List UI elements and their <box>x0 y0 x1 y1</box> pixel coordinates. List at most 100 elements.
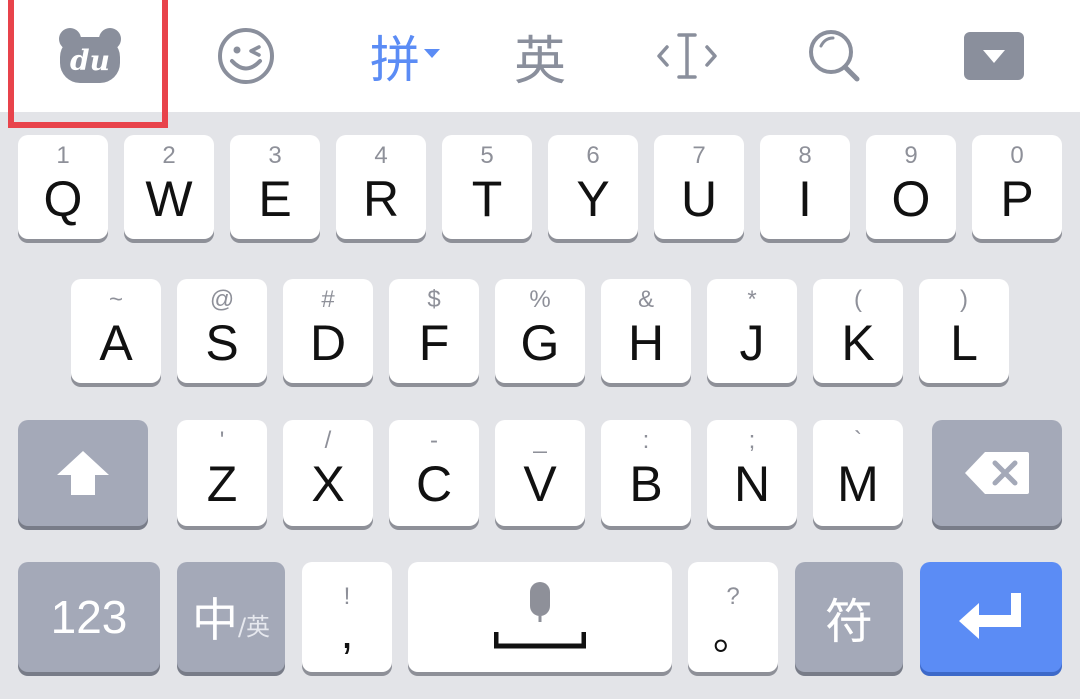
key-sub-label: ~ <box>108 286 123 313</box>
key-label: R <box>362 171 400 227</box>
key-q[interactable]: 1Q <box>18 135 108 239</box>
key-v[interactable]: _ V <box>495 420 585 526</box>
key-sub-label: 6 <box>586 142 600 169</box>
key-label: D <box>309 315 347 371</box>
key-o[interactable]: 9O <box>866 135 956 239</box>
key-r[interactable]: 4R <box>336 135 426 239</box>
key-label: J <box>739 315 765 371</box>
language-toggle-key[interactable]: 中 /英 <box>177 562 285 672</box>
backspace-key[interactable] <box>932 420 1062 526</box>
key-x[interactable]: / X <box>283 420 373 526</box>
key-b[interactable]: :B <box>601 420 691 526</box>
key-sub-label: - <box>430 427 438 454</box>
pinyin-mode-button[interactable]: 拼 <box>360 0 450 112</box>
key-sub-label: ; <box>748 427 756 454</box>
key-label: L <box>950 315 978 371</box>
key-sub-label: ' <box>219 427 225 454</box>
key-sub-label: # <box>321 286 335 313</box>
language-main-label: 中 <box>191 593 238 647</box>
language-sub-label: /英 <box>237 612 271 641</box>
key-label: X <box>311 456 345 512</box>
key-g[interactable]: % G <box>495 279 585 383</box>
english-label: 英 <box>513 31 566 92</box>
search-icon <box>809 30 860 82</box>
key-w[interactable]: 2W <box>124 135 214 239</box>
dropdown-triangle-icon <box>424 49 440 58</box>
key-c[interactable]: -C <box>389 420 479 526</box>
key-label: U <box>680 171 718 227</box>
numbers-key[interactable]: 123 <box>18 562 160 672</box>
key-k[interactable]: (K <box>813 279 903 383</box>
key-u[interactable]: 7U <box>654 135 744 239</box>
key-e[interactable]: 3E <box>230 135 320 239</box>
key-label: Y <box>576 171 610 227</box>
key-sub-label: _ <box>533 427 547 454</box>
key-sub-label: & <box>637 286 654 313</box>
key-j[interactable]: * J <box>707 279 797 383</box>
space-key[interactable] <box>408 562 672 672</box>
key-label: F <box>418 315 450 371</box>
symbols-label: 符 <box>824 594 873 650</box>
backspace-icon-wrap <box>932 420 1062 526</box>
key-sub-label: 9 <box>904 142 918 169</box>
key-label: C <box>415 456 453 512</box>
pinyin-label: 拼 <box>370 31 420 89</box>
cursor-move-button[interactable] <box>647 0 727 112</box>
key-label: O <box>891 171 931 227</box>
key-f[interactable]: $ F <box>389 279 479 383</box>
key-l[interactable]: ) L <box>919 279 1009 383</box>
key-t[interactable]: 5T <box>442 135 532 239</box>
key-label: I <box>798 171 812 227</box>
key-label: Z <box>206 456 238 512</box>
return-arrow-icon <box>959 593 1021 639</box>
key-label: S <box>205 315 239 371</box>
key-label: N <box>733 456 771 512</box>
key-sub-label: @ <box>209 286 235 313</box>
key-label: A <box>99 315 133 371</box>
key-m[interactable]: ` M <box>813 420 903 526</box>
key-a[interactable]: ~ A <box>71 279 161 383</box>
shift-key[interactable] <box>18 420 148 526</box>
svg-text:du: du <box>70 44 110 77</box>
comma-key[interactable]: ! , <box>302 562 392 672</box>
key-sub-label: $ <box>427 286 441 313</box>
key-y[interactable]: 6Y <box>548 135 638 239</box>
key-label: G <box>520 315 560 371</box>
key-p[interactable]: 0P <box>972 135 1062 239</box>
smiley-icon <box>218 28 274 84</box>
key-label: K <box>841 315 875 371</box>
key-n[interactable]: ; N <box>707 420 797 526</box>
search-button[interactable] <box>795 0 875 112</box>
key-label: H <box>627 315 665 371</box>
enter-icon-wrap <box>920 562 1062 672</box>
key-i[interactable]: 8I <box>760 135 850 239</box>
key-sub-label: 4 <box>374 142 388 169</box>
key-sub-label: 1 <box>56 142 70 169</box>
key-z[interactable]: ' Z <box>177 420 267 526</box>
keyboard-toolbar: du 拼 英 <box>0 0 1080 112</box>
key-sub-label: * <box>747 286 757 313</box>
baidu-logo-button[interactable]: du <box>20 0 160 112</box>
shift-arrow-icon <box>57 451 109 495</box>
english-mode-button[interactable]: 英 <box>500 0 580 112</box>
symbols-label-wrap: 符 <box>795 562 903 672</box>
symbols-key[interactable]: 符 <box>795 562 903 672</box>
key-d[interactable]: # D <box>283 279 373 383</box>
key-s[interactable]: @ S <box>177 279 267 383</box>
period-key[interactable]: ? 。 <box>688 562 778 672</box>
key-label: M <box>837 456 879 512</box>
key-sub-label: 8 <box>798 142 812 169</box>
microphone-icon <box>494 582 586 649</box>
collapse-icon <box>964 32 1024 80</box>
key-sub-label: ) <box>960 286 968 313</box>
enter-key[interactable] <box>920 562 1062 672</box>
key-sub-label: 3 <box>268 142 282 169</box>
key-sub-label: 0 <box>1010 142 1024 169</box>
key-label: P <box>1000 171 1034 227</box>
key-h[interactable]: & H <box>601 279 691 383</box>
key-label: Q <box>43 171 83 227</box>
key-sub-label: / <box>324 427 332 454</box>
emoji-button[interactable] <box>206 0 286 112</box>
key-sub-label: ` <box>854 427 862 454</box>
hide-keyboard-button[interactable] <box>956 0 1032 112</box>
